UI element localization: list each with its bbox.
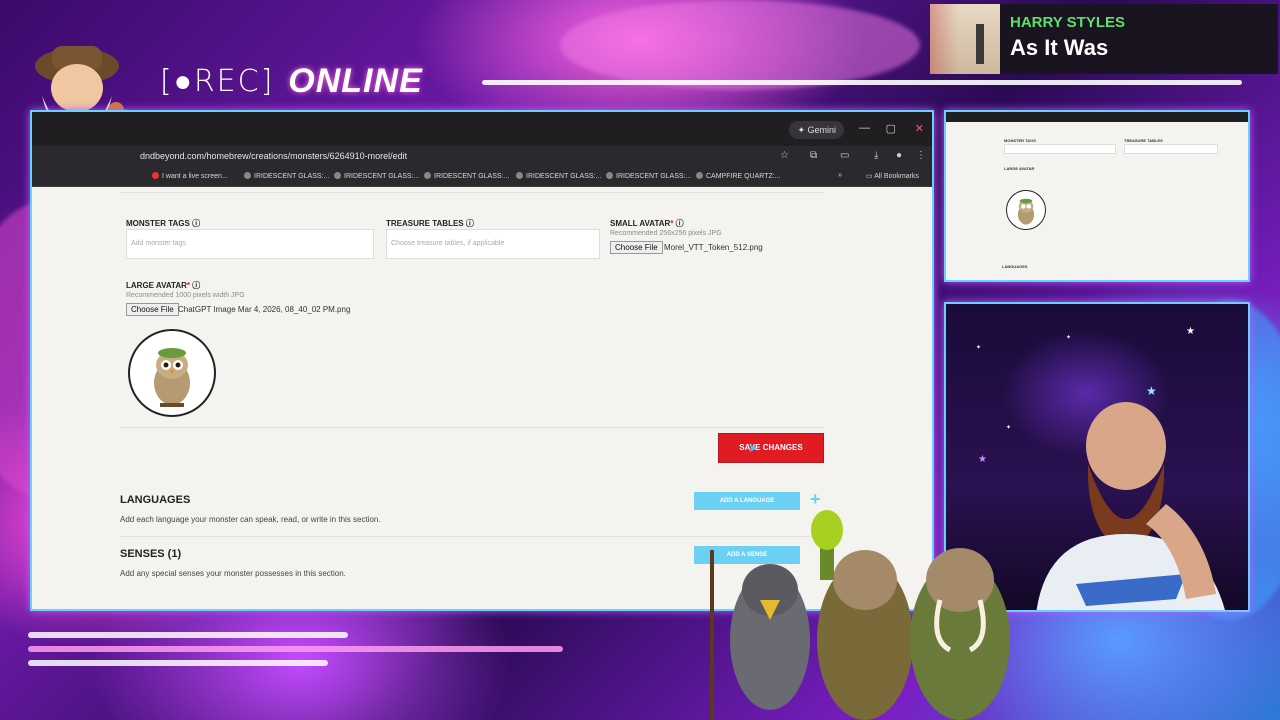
- preview-treasure-tables-label: TREASURE TABLES: [1124, 138, 1163, 143]
- bookmark-item[interactable]: CAMPFIRE QUARTZ:...: [696, 172, 781, 180]
- now-playing-artist: HARRY STYLES: [1010, 14, 1126, 31]
- star-icon: ✦: [1066, 335, 1072, 341]
- preview-window: MONSTER TAGS TREASURE TABLES LARGE AVATA…: [944, 110, 1250, 282]
- streamer-webcam-person: [1036, 402, 1225, 610]
- help-icon[interactable]: ⓘ: [192, 281, 200, 290]
- star-icon: ✦: [1006, 425, 1012, 431]
- star-icon: ✦: [976, 345, 982, 351]
- star-icon: ★: [978, 454, 987, 465]
- close-icon[interactable]: ✕: [915, 122, 924, 135]
- bookmarks-overflow-icon[interactable]: »: [838, 172, 842, 179]
- bookmark-item[interactable]: IRIDESCENT GLASS:...: [424, 172, 509, 180]
- add-language-button[interactable]: ADD A LANGUAGE: [694, 492, 800, 510]
- cast-icon[interactable]: ▭: [840, 150, 849, 161]
- preview-languages-label: LANGUAGES: [1002, 264, 1028, 269]
- maximize-icon[interactable]: ▢: [886, 122, 896, 135]
- senses-title: SENSES (1): [120, 548, 182, 560]
- monster-tags-label: MONSTER TAGS ⓘ: [126, 219, 201, 228]
- large-avatar-hint: Recommended 1000 pixels width JPG: [126, 292, 245, 299]
- cursor-icon: ➤: [748, 441, 759, 455]
- preview-treasure-tables-input: [1124, 144, 1218, 154]
- preview-owl-image: [1006, 190, 1046, 230]
- help-icon[interactable]: ⓘ: [466, 219, 474, 228]
- divider: [120, 192, 824, 193]
- star-icon: ★: [1186, 326, 1195, 337]
- all-bookmarks[interactable]: ▭ All Bookmarks: [866, 172, 919, 180]
- languages-title: LANGUAGES: [120, 494, 191, 506]
- decorative-bar: [28, 646, 563, 652]
- help-icon[interactable]: ⓘ: [192, 219, 200, 228]
- preview-monster-tags-input: [1004, 144, 1116, 154]
- small-avatar-hint: Recommended 256x256 pixels JPG: [610, 230, 722, 237]
- large-avatar-filename: ChatGPT Image Mar 4, 2026, 08_40_02 PM.p…: [178, 305, 351, 314]
- online-label: ONLINE: [288, 62, 423, 100]
- decorative-line: [482, 80, 1242, 85]
- menu-icon[interactable]: ⋮: [916, 150, 926, 161]
- large-avatar-preview-image: [128, 329, 216, 417]
- minimize-icon[interactable]: —: [859, 122, 870, 134]
- divider: [120, 427, 824, 428]
- senses-description: Add any special senses your monster poss…: [120, 569, 346, 578]
- monster-tags-input[interactable]: Add monster tags: [126, 229, 374, 259]
- download-icon[interactable]: ⤓: [874, 150, 878, 161]
- background-blob: [560, 0, 920, 90]
- large-avatar-label: LARGE AVATAR* ⓘ: [126, 281, 201, 290]
- decorative-bar: [28, 632, 348, 638]
- owl-icon: [154, 348, 190, 407]
- treasure-tables-label: TREASURE TABLES ⓘ: [386, 219, 474, 228]
- large-avatar-choose-file-button[interactable]: Choose File: [126, 303, 179, 316]
- bookmark-item[interactable]: IRIDESCENT GLASS:...: [334, 172, 419, 180]
- fantasy-characters-illustration: [710, 510, 1010, 720]
- bookmark-star-icon[interactable]: ☆: [780, 150, 789, 161]
- browser-tab-bar: ✦ Gemini — ▢ ✕: [32, 112, 932, 146]
- decorative-bar: [28, 660, 328, 666]
- bookmark-item[interactable]: IRIDESCENT GLASS:...: [244, 172, 329, 180]
- gemini-button[interactable]: ✦ Gemini: [789, 121, 844, 139]
- profile-icon[interactable]: ●: [896, 150, 902, 161]
- bookmark-item[interactable]: I want a live screen...: [152, 172, 228, 180]
- treasure-tables-input[interactable]: Choose treasure tables, if applicable: [386, 229, 600, 259]
- bookmark-item[interactable]: IRIDESCENT GLASS:...: [606, 172, 691, 180]
- bookmark-item[interactable]: IRIDESCENT GLASS:...: [516, 172, 601, 180]
- small-avatar-filename: Morel_VTT_Token_512.png: [664, 243, 763, 252]
- languages-description: Add each language your monster can speak…: [120, 515, 381, 524]
- preview-monster-tags-label: MONSTER TAGS: [1004, 138, 1036, 143]
- now-playing-song: As It Was: [1010, 35, 1109, 60]
- preview-tab-bar: [946, 112, 1248, 122]
- help-icon[interactable]: ⓘ: [676, 219, 684, 228]
- small-avatar-label: SMALL AVATAR* ⓘ: [610, 219, 684, 228]
- owl-icon: [1017, 198, 1035, 225]
- preview-large-avatar-label: LARGE AVATAR: [1004, 166, 1035, 171]
- url-text[interactable]: dndbeyond.com/homebrew/creations/monster…: [140, 151, 407, 161]
- small-avatar-choose-file-button[interactable]: Choose File: [610, 241, 663, 254]
- now-playing-widget: HARRY STYLES As It Was: [930, 4, 1278, 74]
- rec-label: [●REC]: [160, 64, 275, 99]
- bookmarks-bar: I want a live screen... IRIDESCENT GLASS…: [32, 168, 932, 187]
- album-art: [930, 4, 1000, 74]
- rec-online-banner: [●REC] ONLINE: [160, 62, 423, 101]
- extensions-icon[interactable]: ⧉: [810, 150, 817, 161]
- save-changes-button[interactable]: SAVE CHANGES: [718, 433, 824, 463]
- address-bar[interactable]: dndbeyond.com/homebrew/creations/monster…: [32, 146, 932, 168]
- add-language-plus-icon[interactable]: +: [810, 489, 821, 510]
